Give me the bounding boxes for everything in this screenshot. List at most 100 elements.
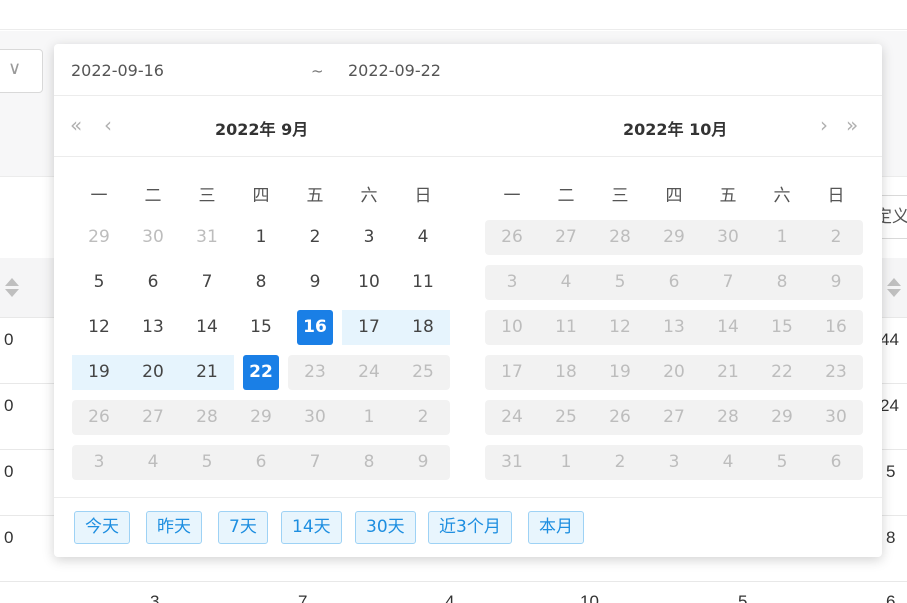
day-cell[interactable]: 8 bbox=[234, 265, 288, 300]
day-cell[interactable]: 11 bbox=[396, 265, 450, 300]
table-cell: 24 bbox=[880, 396, 899, 415]
sort-icon[interactable] bbox=[5, 278, 19, 298]
day-cell[interactable]: 15 bbox=[234, 310, 288, 345]
filter-select[interactable] bbox=[0, 49, 43, 93]
day-cell[interactable]: 7 bbox=[180, 265, 234, 300]
day-cell[interactable]: 4 bbox=[396, 220, 450, 255]
range-start-input[interactable]: 2022-09-16 bbox=[71, 61, 164, 80]
day-cell[interactable]: 3 bbox=[342, 220, 396, 255]
day-cell[interactable]: 9 bbox=[288, 265, 342, 300]
quick-7-days-button[interactable]: 7天 bbox=[218, 511, 268, 544]
day-cell: 8 bbox=[776, 272, 788, 292]
day-cell[interactable]: 6 bbox=[126, 265, 180, 300]
day-cell: 26 bbox=[609, 407, 631, 427]
day-cell: 14 bbox=[717, 317, 739, 337]
quick-this-month-button[interactable]: 本月 bbox=[528, 511, 584, 544]
day-cell: 20 bbox=[663, 362, 685, 382]
day-cell[interactable]: 5 bbox=[72, 265, 126, 300]
day-cell: 2 bbox=[614, 452, 626, 472]
day-cell[interactable]: 12 bbox=[72, 310, 126, 345]
day-cell: 9 bbox=[417, 452, 429, 472]
day-cell: 29 bbox=[771, 407, 793, 427]
day-cell: 24 bbox=[501, 407, 523, 427]
day-cell: 4 bbox=[560, 272, 572, 292]
day-cell: 31 bbox=[501, 452, 523, 472]
day-cell[interactable]: 17 bbox=[342, 310, 396, 345]
chevron-left-icon[interactable]: ‹ bbox=[104, 115, 112, 135]
day-cell: 29 bbox=[250, 407, 272, 427]
day-cell: 30 bbox=[825, 407, 847, 427]
quick-30-days-button[interactable]: 30天 bbox=[355, 511, 416, 544]
day-cell: 23 bbox=[304, 362, 326, 382]
day-cell[interactable]: 10 bbox=[342, 265, 396, 300]
day-cell[interactable]: 1 bbox=[234, 220, 288, 255]
day-cell: 28 bbox=[609, 227, 631, 247]
day-cell[interactable]: 18 bbox=[396, 310, 450, 345]
day-cell: 27 bbox=[555, 227, 577, 247]
day-cell: 28 bbox=[717, 407, 739, 427]
day-cell: 22 bbox=[771, 362, 793, 382]
day-cell: 5 bbox=[201, 452, 213, 472]
quick-3-months-button[interactable]: 近3个月 bbox=[428, 511, 512, 544]
quick-range-bar: 今天 昨天 7天 14天 30天 近3个月 本月 bbox=[54, 497, 882, 557]
day-cell: 3 bbox=[506, 272, 518, 292]
day-cell[interactable]: 2 bbox=[288, 220, 342, 255]
table-cell: 0 bbox=[4, 528, 14, 547]
quick-today-button[interactable]: 今天 bbox=[74, 511, 130, 544]
day-cell[interactable]: 19 bbox=[72, 355, 126, 390]
date-range-input[interactable]: 2022-09-16 ~ 2022-09-22 bbox=[54, 44, 882, 96]
day-cell: 19 bbox=[609, 362, 631, 382]
day-cell: 4 bbox=[147, 452, 159, 472]
day-cell: 3 bbox=[93, 452, 105, 472]
sort-icon[interactable] bbox=[887, 278, 901, 298]
day-cell: 3 bbox=[668, 452, 680, 472]
day-cell: 11 bbox=[555, 317, 577, 337]
day-cell: 4 bbox=[722, 452, 734, 472]
day-cell: 10 bbox=[501, 317, 523, 337]
day-cell: 2 bbox=[417, 407, 429, 427]
day-cell: 7 bbox=[309, 452, 321, 472]
table-cell: 0 bbox=[4, 462, 14, 481]
day-cell[interactable]: 14 bbox=[180, 310, 234, 345]
day-cell: 5 bbox=[614, 272, 626, 292]
table-cell: 5 bbox=[738, 592, 748, 603]
table-cell: 5 bbox=[886, 462, 896, 481]
day-cell: 21 bbox=[717, 362, 739, 382]
day-cell: 25 bbox=[412, 362, 434, 382]
quick-yesterday-button[interactable]: 昨天 bbox=[146, 511, 202, 544]
day-cell: 26 bbox=[88, 407, 110, 427]
day-cell: 9 bbox=[830, 272, 842, 292]
chevron-down-icon: ∨ bbox=[8, 58, 22, 79]
quick-14-days-button[interactable]: 14天 bbox=[281, 511, 342, 544]
selected-day-cell[interactable]: 16 bbox=[288, 310, 342, 345]
day-cell: 13 bbox=[663, 317, 685, 337]
day-cell: 15 bbox=[771, 317, 793, 337]
day-cell: 30 bbox=[142, 227, 164, 247]
day-cell: 7 bbox=[722, 272, 734, 292]
day-cell[interactable]: 20 bbox=[126, 355, 180, 390]
double-chevron-right-icon[interactable]: » bbox=[846, 115, 858, 135]
day-cell: 2 bbox=[830, 227, 842, 247]
day-cell: 27 bbox=[663, 407, 685, 427]
day-cell: 30 bbox=[717, 227, 739, 247]
table-cell: 44 bbox=[880, 330, 899, 349]
day-cell: 27 bbox=[142, 407, 164, 427]
day-cell: 12 bbox=[609, 317, 631, 337]
double-chevron-left-icon[interactable]: « bbox=[70, 115, 82, 135]
day-cell: 25 bbox=[555, 407, 577, 427]
day-cell: 17 bbox=[501, 362, 523, 382]
day-cell: 26 bbox=[501, 227, 523, 247]
day-cell: 23 bbox=[825, 362, 847, 382]
day-cell: 28 bbox=[196, 407, 218, 427]
day-cell[interactable]: 13 bbox=[126, 310, 180, 345]
calendar-header: « ‹ 2022年 9月 2022年 10月 › » bbox=[54, 96, 882, 157]
day-cell: 31 bbox=[196, 227, 218, 247]
range-end-input[interactable]: 2022-09-22 bbox=[348, 61, 441, 80]
day-cell: 6 bbox=[255, 452, 267, 472]
selected-day-cell[interactable]: 22 bbox=[234, 355, 288, 390]
table-cell: 8 bbox=[886, 528, 896, 547]
chevron-right-icon[interactable]: › bbox=[820, 115, 828, 135]
day-cell[interactable]: 21 bbox=[180, 355, 234, 390]
day-cell: 5 bbox=[776, 452, 788, 472]
day-cell: 1 bbox=[560, 452, 572, 472]
